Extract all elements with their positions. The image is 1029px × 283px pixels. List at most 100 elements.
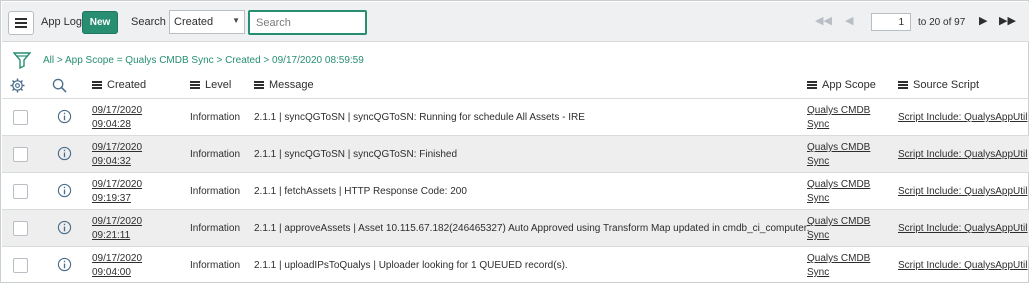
app-scope-line[interactable]: Qualys CMDB	[807, 178, 870, 192]
level-cell: Information	[190, 186, 241, 197]
app-scope-line[interactable]: Sync	[807, 155, 870, 169]
row-checkbox[interactable]	[13, 184, 28, 199]
row-checkbox[interactable]	[13, 110, 28, 125]
message-cell: 2.1.1 | syncQGToSN | syncQGToSN: Running…	[254, 112, 585, 123]
created-link[interactable]: 09/17/2020 09:19:37	[92, 178, 142, 206]
created-link[interactable]: 09/17/2020 09:21:11	[92, 215, 142, 243]
app-scope-line[interactable]: Qualys CMDB	[807, 104, 870, 118]
search-field-value: Created	[174, 16, 214, 28]
created-link[interactable]: 09/17/2020 09:04:28	[92, 104, 142, 132]
list-header-bar: App Log New Search Created ▼ ◀◀ ◀ 1 to 2…	[2, 2, 1029, 42]
column-menu-icon[interactable]	[92, 80, 102, 90]
log-table-body: 09/17/2020 09:04:28 Information 2.1.1 | s…	[2, 98, 1029, 283]
app-scope-line[interactable]: Sync	[807, 118, 870, 132]
level-cell: Information	[190, 223, 241, 234]
breadcrumb-created[interactable]: Created > 09/17/2020 08:59:59	[225, 55, 364, 66]
app-scope-line[interactable]: Sync	[807, 192, 870, 206]
app-log-window: App Log New Search Created ▼ ◀◀ ◀ 1 to 2…	[0, 0, 1029, 283]
app-scope-link[interactable]: Qualys CMDB Sync	[807, 215, 870, 243]
table-row: 09/17/2020 09:04:32 Information 2.1.1 | s…	[2, 135, 1029, 172]
prev-page-icon[interactable]: ◀	[845, 14, 853, 27]
info-icon[interactable]	[57, 183, 72, 198]
breadcrumb-separator: >	[216, 55, 223, 66]
column-header-created[interactable]: Created	[92, 79, 146, 91]
source-script-link[interactable]: Script Include: QualysAppUtil	[898, 149, 1028, 160]
created-link[interactable]: 09/17/2020 09:04:00	[92, 252, 142, 280]
app-scope-line[interactable]: Qualys CMDB	[807, 141, 870, 155]
app-scope-link[interactable]: Qualys CMDB Sync	[807, 104, 870, 132]
page-number-input[interactable]: 1	[871, 13, 911, 31]
created-time[interactable]: 09:21:11	[92, 229, 142, 243]
app-scope-line[interactable]: Sync	[807, 266, 870, 280]
source-script-link[interactable]: Script Include: QualysAppUtil	[898, 186, 1028, 197]
created-time[interactable]: 09:04:32	[92, 155, 142, 169]
created-link[interactable]: 09/17/2020 09:04:32	[92, 141, 142, 169]
app-scope-link[interactable]: Qualys CMDB Sync	[807, 252, 870, 280]
column-menu-icon[interactable]	[190, 80, 200, 90]
new-button[interactable]: New	[82, 11, 118, 34]
breadcrumb-app-scope[interactable]: App Scope = Qualys CMDB Sync	[65, 55, 214, 66]
info-icon[interactable]	[57, 257, 72, 272]
first-page-icon[interactable]: ◀◀	[815, 14, 832, 27]
message-cell: 2.1.1 | uploadIPsToQualys | Uploader loo…	[254, 260, 568, 271]
table-row: 09/17/2020 09:04:00 Information 2.1.1 | u…	[2, 246, 1029, 283]
page-count-text: to 20 of 97	[918, 17, 966, 28]
created-date[interactable]: 09/17/2020	[92, 104, 142, 118]
column-header-app-scope[interactable]: App Scope	[807, 79, 876, 91]
app-scope-line[interactable]: Qualys CMDB	[807, 252, 870, 266]
column-menu-icon[interactable]	[898, 80, 908, 90]
source-script-link[interactable]: Script Include: QualysAppUtil	[898, 223, 1028, 234]
info-icon[interactable]	[57, 109, 72, 124]
source-script-link[interactable]: Script Include: QualysAppUtil	[898, 260, 1028, 271]
chevron-down-icon: ▼	[232, 16, 240, 25]
created-date[interactable]: 09/17/2020	[92, 178, 142, 192]
row-checkbox[interactable]	[13, 258, 28, 273]
column-menu-icon[interactable]	[807, 80, 817, 90]
next-page-icon[interactable]: ▶	[979, 14, 987, 27]
row-checkbox[interactable]	[13, 147, 28, 162]
created-time[interactable]: 09:19:37	[92, 192, 142, 206]
filter-icon[interactable]	[13, 51, 31, 69]
level-cell: Information	[190, 260, 241, 271]
list-title: App Log	[41, 16, 82, 28]
search-input[interactable]	[248, 10, 367, 35]
column-header-source-script[interactable]: Source Script	[898, 79, 979, 91]
row-checkbox[interactable]	[13, 221, 28, 236]
info-icon[interactable]	[57, 146, 72, 161]
breadcrumb: All > App Scope = Qualys CMDB Sync > Cre…	[43, 55, 364, 66]
gear-icon[interactable]	[10, 78, 25, 93]
column-label: Message	[269, 79, 314, 91]
table-row: 09/17/2020 09:04:28 Information 2.1.1 | s…	[2, 98, 1029, 135]
info-icon[interactable]	[57, 220, 72, 235]
created-date[interactable]: 09/17/2020	[92, 141, 142, 155]
search-label: Search	[131, 16, 166, 28]
message-cell: 2.1.1 | syncQGToSN | syncQGToSN: Finishe…	[254, 149, 458, 160]
level-cell: Information	[190, 149, 241, 160]
breadcrumb-separator: >	[56, 55, 63, 66]
source-script-link[interactable]: Script Include: QualysAppUtil	[898, 112, 1028, 123]
last-page-icon[interactable]: ▶▶	[999, 14, 1016, 27]
hamburger-icon	[15, 18, 27, 28]
created-time[interactable]: 09:04:28	[92, 118, 142, 132]
column-header-message[interactable]: Message	[254, 79, 314, 91]
app-scope-link[interactable]: Qualys CMDB Sync	[807, 178, 870, 206]
created-date[interactable]: 09/17/2020	[92, 215, 142, 229]
column-label: Created	[107, 79, 147, 91]
breadcrumb-all[interactable]: All	[43, 55, 54, 66]
app-scope-line[interactable]: Sync	[807, 229, 870, 243]
app-scope-line[interactable]: Qualys CMDB	[807, 215, 870, 229]
column-label: App Scope	[822, 79, 876, 91]
search-field-select[interactable]: Created ▼	[169, 10, 245, 34]
search-icon[interactable]	[52, 78, 67, 93]
table-row: 09/17/2020 09:21:11 Information 2.1.1 | a…	[2, 209, 1029, 246]
column-label: Level	[205, 79, 232, 91]
app-scope-link[interactable]: Qualys CMDB Sync	[807, 141, 870, 169]
message-cell: 2.1.1 | approveAssets | Asset 10.115.67.…	[254, 223, 810, 234]
table-row: 09/17/2020 09:19:37 Information 2.1.1 | f…	[2, 172, 1029, 209]
created-time[interactable]: 09:04:00	[92, 266, 142, 280]
context-menu-button[interactable]	[8, 11, 34, 35]
column-menu-icon[interactable]	[254, 80, 264, 90]
created-date[interactable]: 09/17/2020	[92, 252, 142, 266]
column-header-level[interactable]: Level	[190, 79, 231, 91]
level-cell: Information	[190, 112, 241, 123]
